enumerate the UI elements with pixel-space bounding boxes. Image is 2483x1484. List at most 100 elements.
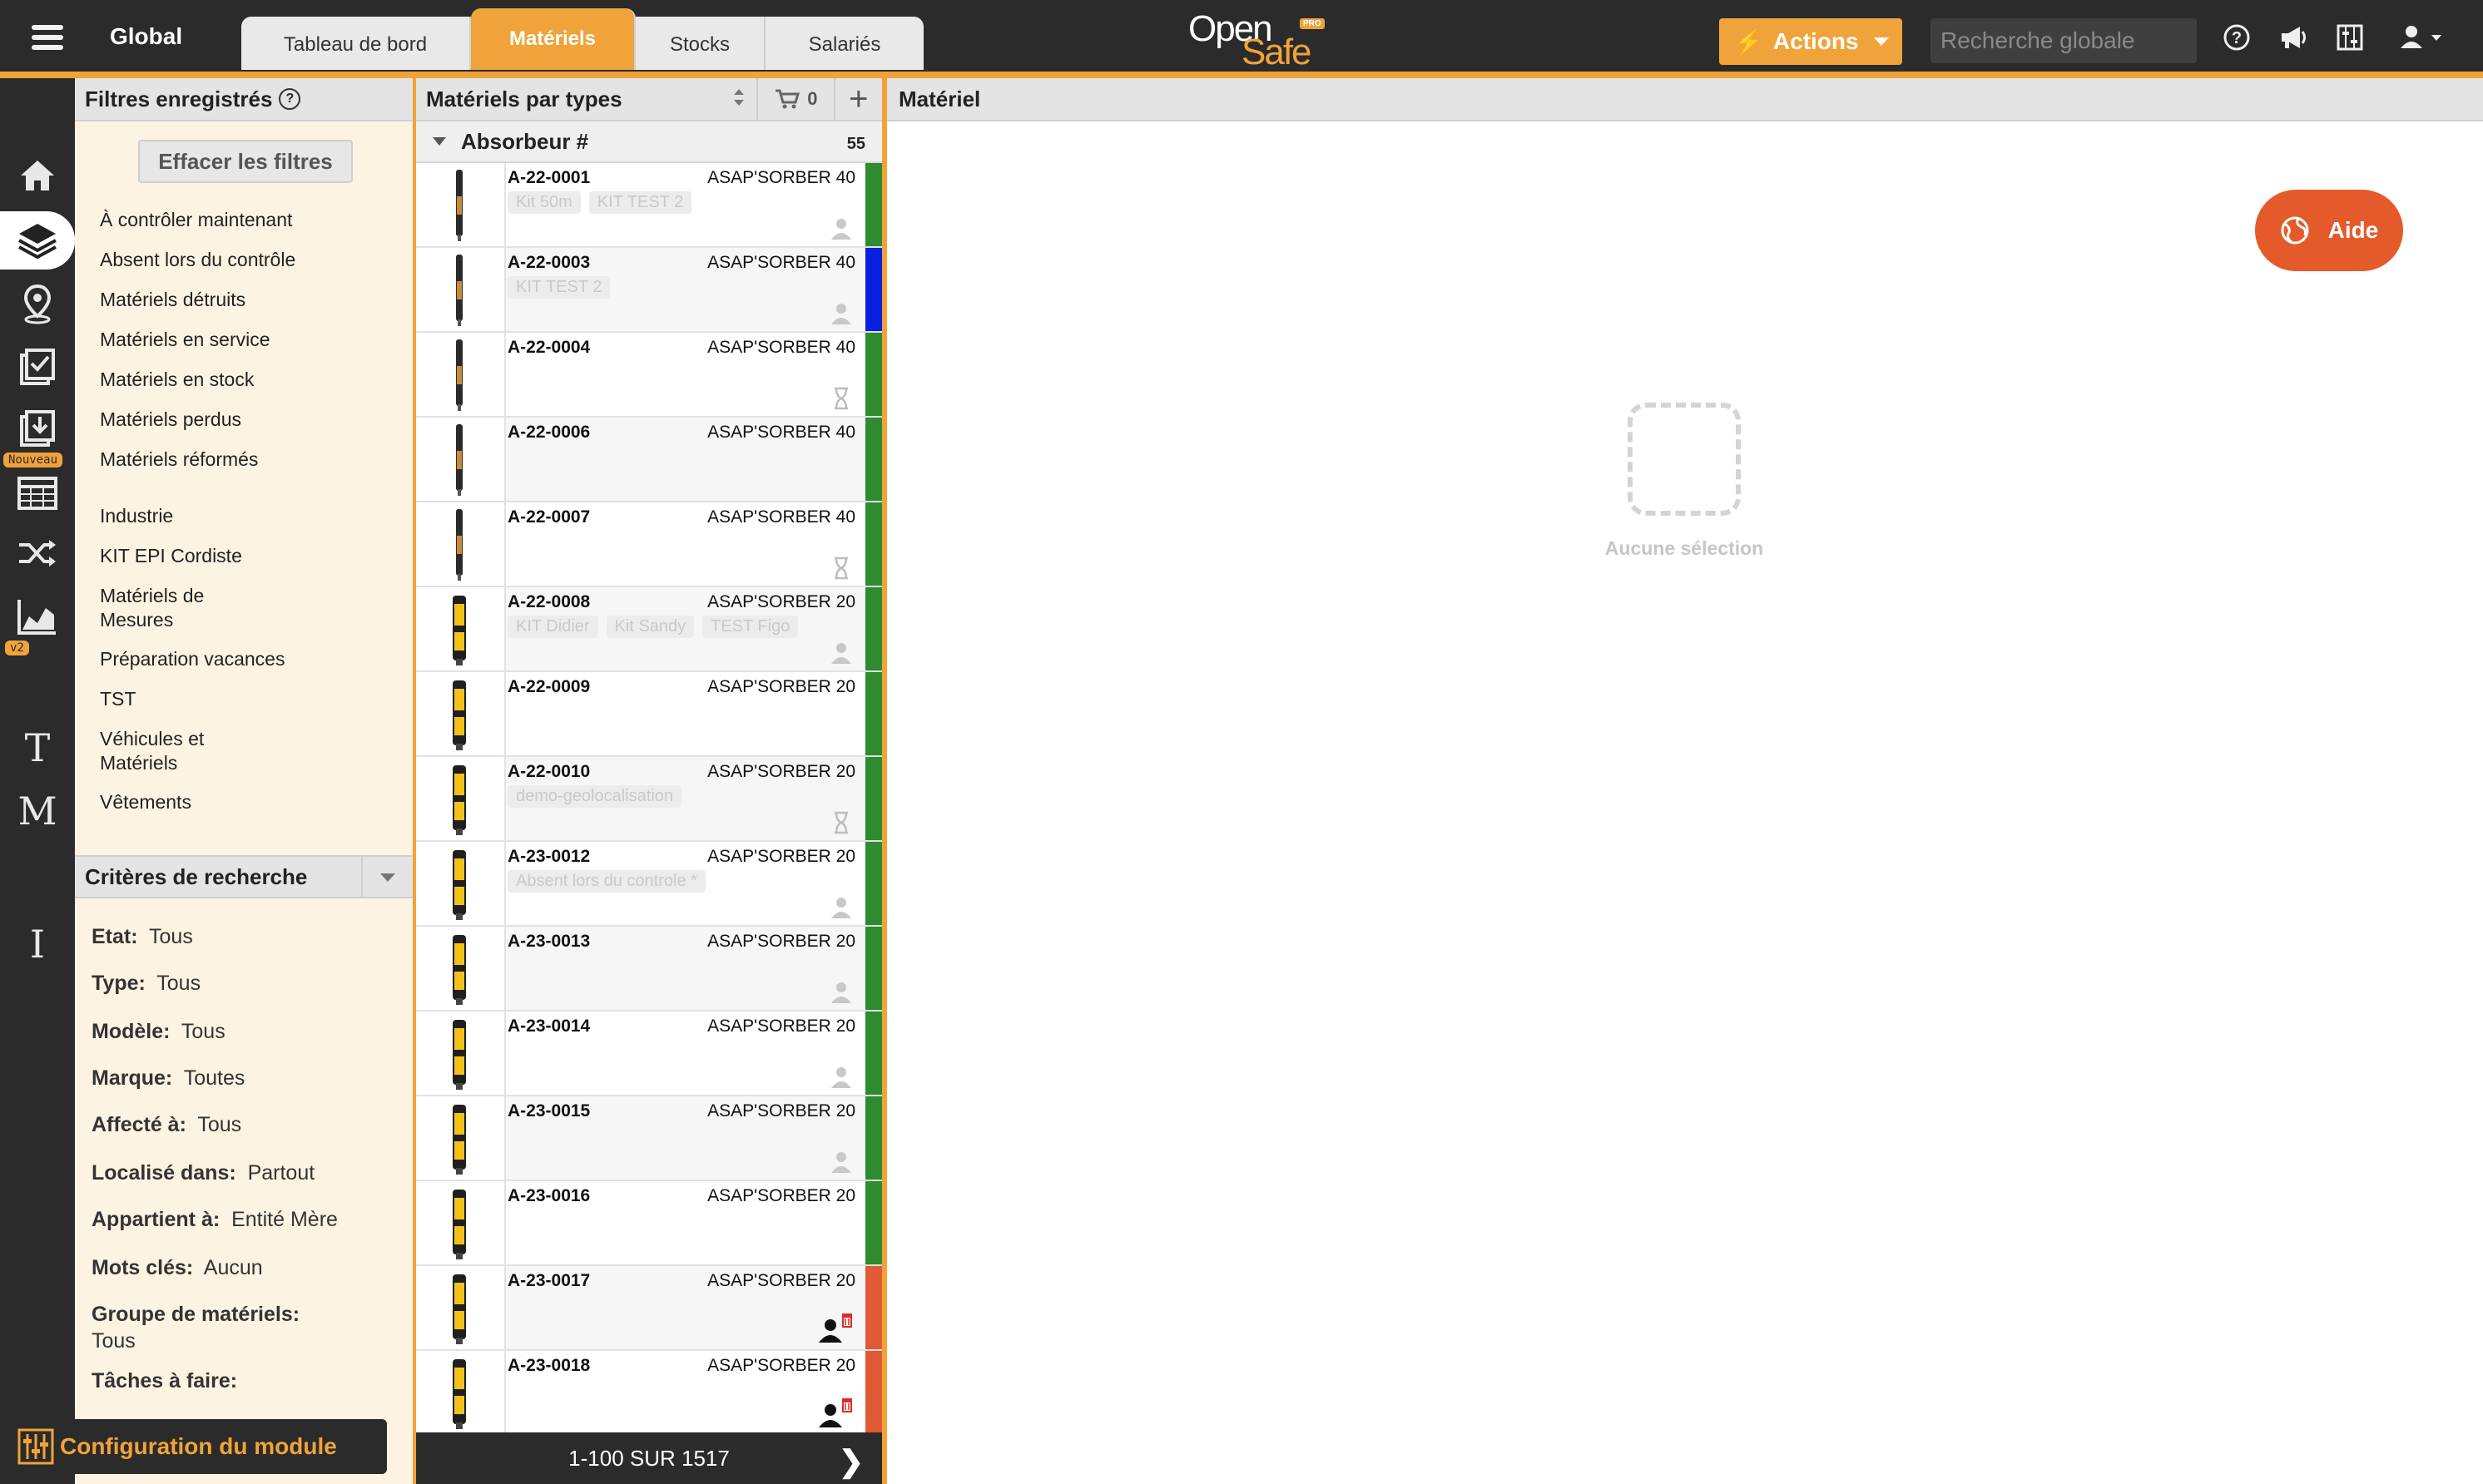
- table-icon[interactable]: [0, 464, 75, 522]
- group-filter-item[interactable]: Vêtements: [100, 790, 366, 814]
- saved-filter-item[interactable]: Matériels en service: [100, 328, 366, 352]
- equipment-row[interactable]: A-23-0018 ASAP'SORBER 20: [416, 1351, 882, 1436]
- global-search-input[interactable]: [1930, 18, 2197, 63]
- group-filter-item[interactable]: Industrie: [100, 504, 366, 528]
- checklist-icon[interactable]: [0, 338, 75, 396]
- tab-stocks[interactable]: Stocks: [636, 17, 766, 70]
- equipment-row[interactable]: A-22-0004 ASAP'SORBER 40: [416, 333, 882, 418]
- equipment-row[interactable]: A-22-0008 ASAP'SORBER 20 KIT Didier Kit San…: [416, 587, 882, 672]
- equipment-model: ASAP'SORBER 20: [707, 1186, 855, 1205]
- user-gray-icon: [829, 1150, 854, 1175]
- tag-chip: TEST Figo: [702, 616, 799, 638]
- equipment-row[interactable]: A-22-0009 ASAP'SORBER 20: [416, 672, 882, 757]
- equipment-model: ASAP'SORBER 20: [707, 762, 855, 781]
- caret-down-icon[interactable]: [361, 857, 413, 898]
- equipment-row[interactable]: A-23-0015 ASAP'SORBER 20: [416, 1096, 882, 1181]
- help-button[interactable]: Aide: [2255, 190, 2403, 271]
- list-header: Matériels par types 0 +: [416, 78, 882, 121]
- criteria-taches[interactable]: Tâches à faire:: [92, 1368, 408, 1394]
- equipment-model: ASAP'SORBER 20: [707, 592, 855, 611]
- user-gray-icon: [829, 301, 854, 326]
- letter-i-icon[interactable]: I: [0, 922, 75, 967]
- help-icon[interactable]: ?: [2220, 23, 2253, 57]
- collapse-icon[interactable]: [433, 137, 446, 146]
- equipment-row[interactable]: A-23-0012 ASAP'SORBER 20 Absent lors du co…: [416, 842, 882, 927]
- criteria-etat[interactable]: Etat: Tous: [92, 923, 408, 950]
- next-page-icon[interactable]: ❯: [839, 1444, 864, 1479]
- equipment-row[interactable]: A-22-0003 ASAP'SORBER 40 KIT TEST 2: [416, 248, 882, 333]
- actions-button[interactable]: ⚡ Actions: [1719, 18, 1902, 65]
- equipment-row[interactable]: A-23-0017 ASAP'SORBER 20: [416, 1266, 882, 1351]
- tab-materiels[interactable]: Matériels: [471, 8, 636, 70]
- user-trash-icon: [817, 1311, 854, 1344]
- saved-filters-title: Filtres enregistrés: [85, 86, 273, 111]
- equipment-code: A-23-0016: [508, 1186, 591, 1205]
- equipment-row[interactable]: A-22-0006 ASAP'SORBER 40: [416, 418, 882, 502]
- equipment-row[interactable]: A-23-0016 ASAP'SORBER 20: [416, 1181, 882, 1266]
- letter-t-icon[interactable]: T: [0, 725, 75, 770]
- shuffle-icon[interactable]: [0, 524, 75, 582]
- left-nav: Nouveau v2 T M I: [0, 78, 75, 1484]
- group-filter-item[interactable]: Véhicules et Matériels: [100, 727, 241, 775]
- criteria-appartient[interactable]: Appartient à: Entité Mère: [92, 1206, 408, 1233]
- equipment-row[interactable]: A-23-0013 ASAP'SORBER 20: [416, 927, 882, 1012]
- equipment-row[interactable]: A-22-0010 ASAP'SORBER 20 demo-geolocalisat…: [416, 757, 882, 842]
- tab-salaries[interactable]: Salariés: [766, 17, 924, 70]
- criteria-header[interactable]: Critères de recherche: [75, 855, 413, 898]
- saved-filter-item[interactable]: À contrôler maintenant: [100, 208, 366, 232]
- saved-filter-item[interactable]: Absent lors du contrôle: [100, 248, 366, 272]
- group-filter-item[interactable]: TST: [100, 687, 366, 711]
- criteria-groupe[interactable]: Groupe de matériels: Tous: [92, 1301, 408, 1354]
- opensafe-logo[interactable]: Open Safe PRO: [1188, 7, 1330, 72]
- user-menu-icon[interactable]: [2396, 23, 2446, 57]
- criteria-marque[interactable]: Marque: Toutes: [92, 1065, 408, 1091]
- tag-chip: KIT TEST 2: [508, 276, 611, 299]
- map-pin-icon[interactable]: [0, 275, 75, 333]
- letter-m-icon[interactable]: M: [0, 789, 75, 834]
- equipment-code: A-23-0017: [508, 1271, 591, 1290]
- sliders-icon[interactable]: [2333, 23, 2367, 57]
- criteria-localise[interactable]: Localisé dans: Partout: [92, 1160, 408, 1186]
- saved-filter-item[interactable]: Matériels en stock: [100, 368, 366, 392]
- area-chart-icon[interactable]: [0, 587, 75, 646]
- megaphone-icon[interactable]: [2277, 23, 2310, 57]
- layers-icon[interactable]: [0, 211, 75, 270]
- equipment-thumbnail: [416, 1351, 506, 1434]
- equipment-thumbnail: [416, 418, 506, 501]
- help-icon[interactable]: ?: [279, 88, 301, 110]
- add-button[interactable]: +: [833, 78, 882, 120]
- group-filter-item[interactable]: Matériels de Mesures: [100, 584, 241, 632]
- criteria-type[interactable]: Type: Tous: [92, 970, 408, 997]
- home-icon[interactable]: [0, 146, 75, 205]
- equipment-model: ASAP'SORBER 20: [707, 677, 855, 696]
- clear-filters-button[interactable]: Effacer les filtres: [138, 140, 353, 183]
- module-config-button[interactable]: Configuration du module: [0, 1419, 387, 1474]
- group-filter-item[interactable]: KIT EPI Cordiste: [100, 544, 366, 568]
- status-bar: [865, 418, 882, 501]
- cart-button[interactable]: 0: [756, 78, 833, 120]
- saved-filter-item[interactable]: Matériels réformés: [100, 448, 366, 472]
- equipment-row[interactable]: A-23-0014 ASAP'SORBER 20: [416, 1012, 882, 1096]
- saved-filter-item[interactable]: Matériels détruits: [100, 288, 366, 312]
- criteria-modele[interactable]: Modèle: Tous: [92, 1018, 408, 1045]
- menu-icon[interactable]: [32, 25, 63, 50]
- sort-icon[interactable]: [733, 87, 756, 111]
- tag-chip: KIT TEST 2: [588, 191, 692, 214]
- pagination-bar: 1-100 SUR 1517 ❯: [416, 1432, 882, 1484]
- saved-filter-item[interactable]: Matériels perdus: [100, 408, 366, 432]
- criteria-affecte[interactable]: Affecté à: Tous: [92, 1111, 408, 1138]
- tab-tableau-de-bord[interactable]: Tableau de bord: [241, 17, 471, 70]
- group-filter-item[interactable]: Préparation vacances: [100, 647, 366, 671]
- equipment-row[interactable]: A-22-0001 ASAP'SORBER 40 Kit 50m KIT TEST 2: [416, 163, 882, 248]
- user-gray-icon: [829, 1065, 854, 1090]
- tag-chip: KIT Didier: [508, 616, 598, 638]
- criteria-mots-cles[interactable]: Mots clés: Aucun: [92, 1254, 408, 1281]
- equipment-row[interactable]: A-22-0007 ASAP'SORBER 40: [416, 502, 882, 587]
- download-box-icon[interactable]: [0, 399, 75, 458]
- group-row[interactable]: Absorbeur # 55: [416, 121, 882, 163]
- workspace-label[interactable]: Global: [110, 23, 182, 50]
- tag-list: demo-geolocalisation: [508, 785, 690, 808]
- main-tabs: Tableau de bord Matériels Stocks Salarié…: [241, 8, 924, 72]
- equipment-model: ASAP'SORBER 40: [707, 253, 855, 272]
- list-title[interactable]: Matériels par types: [416, 87, 733, 112]
